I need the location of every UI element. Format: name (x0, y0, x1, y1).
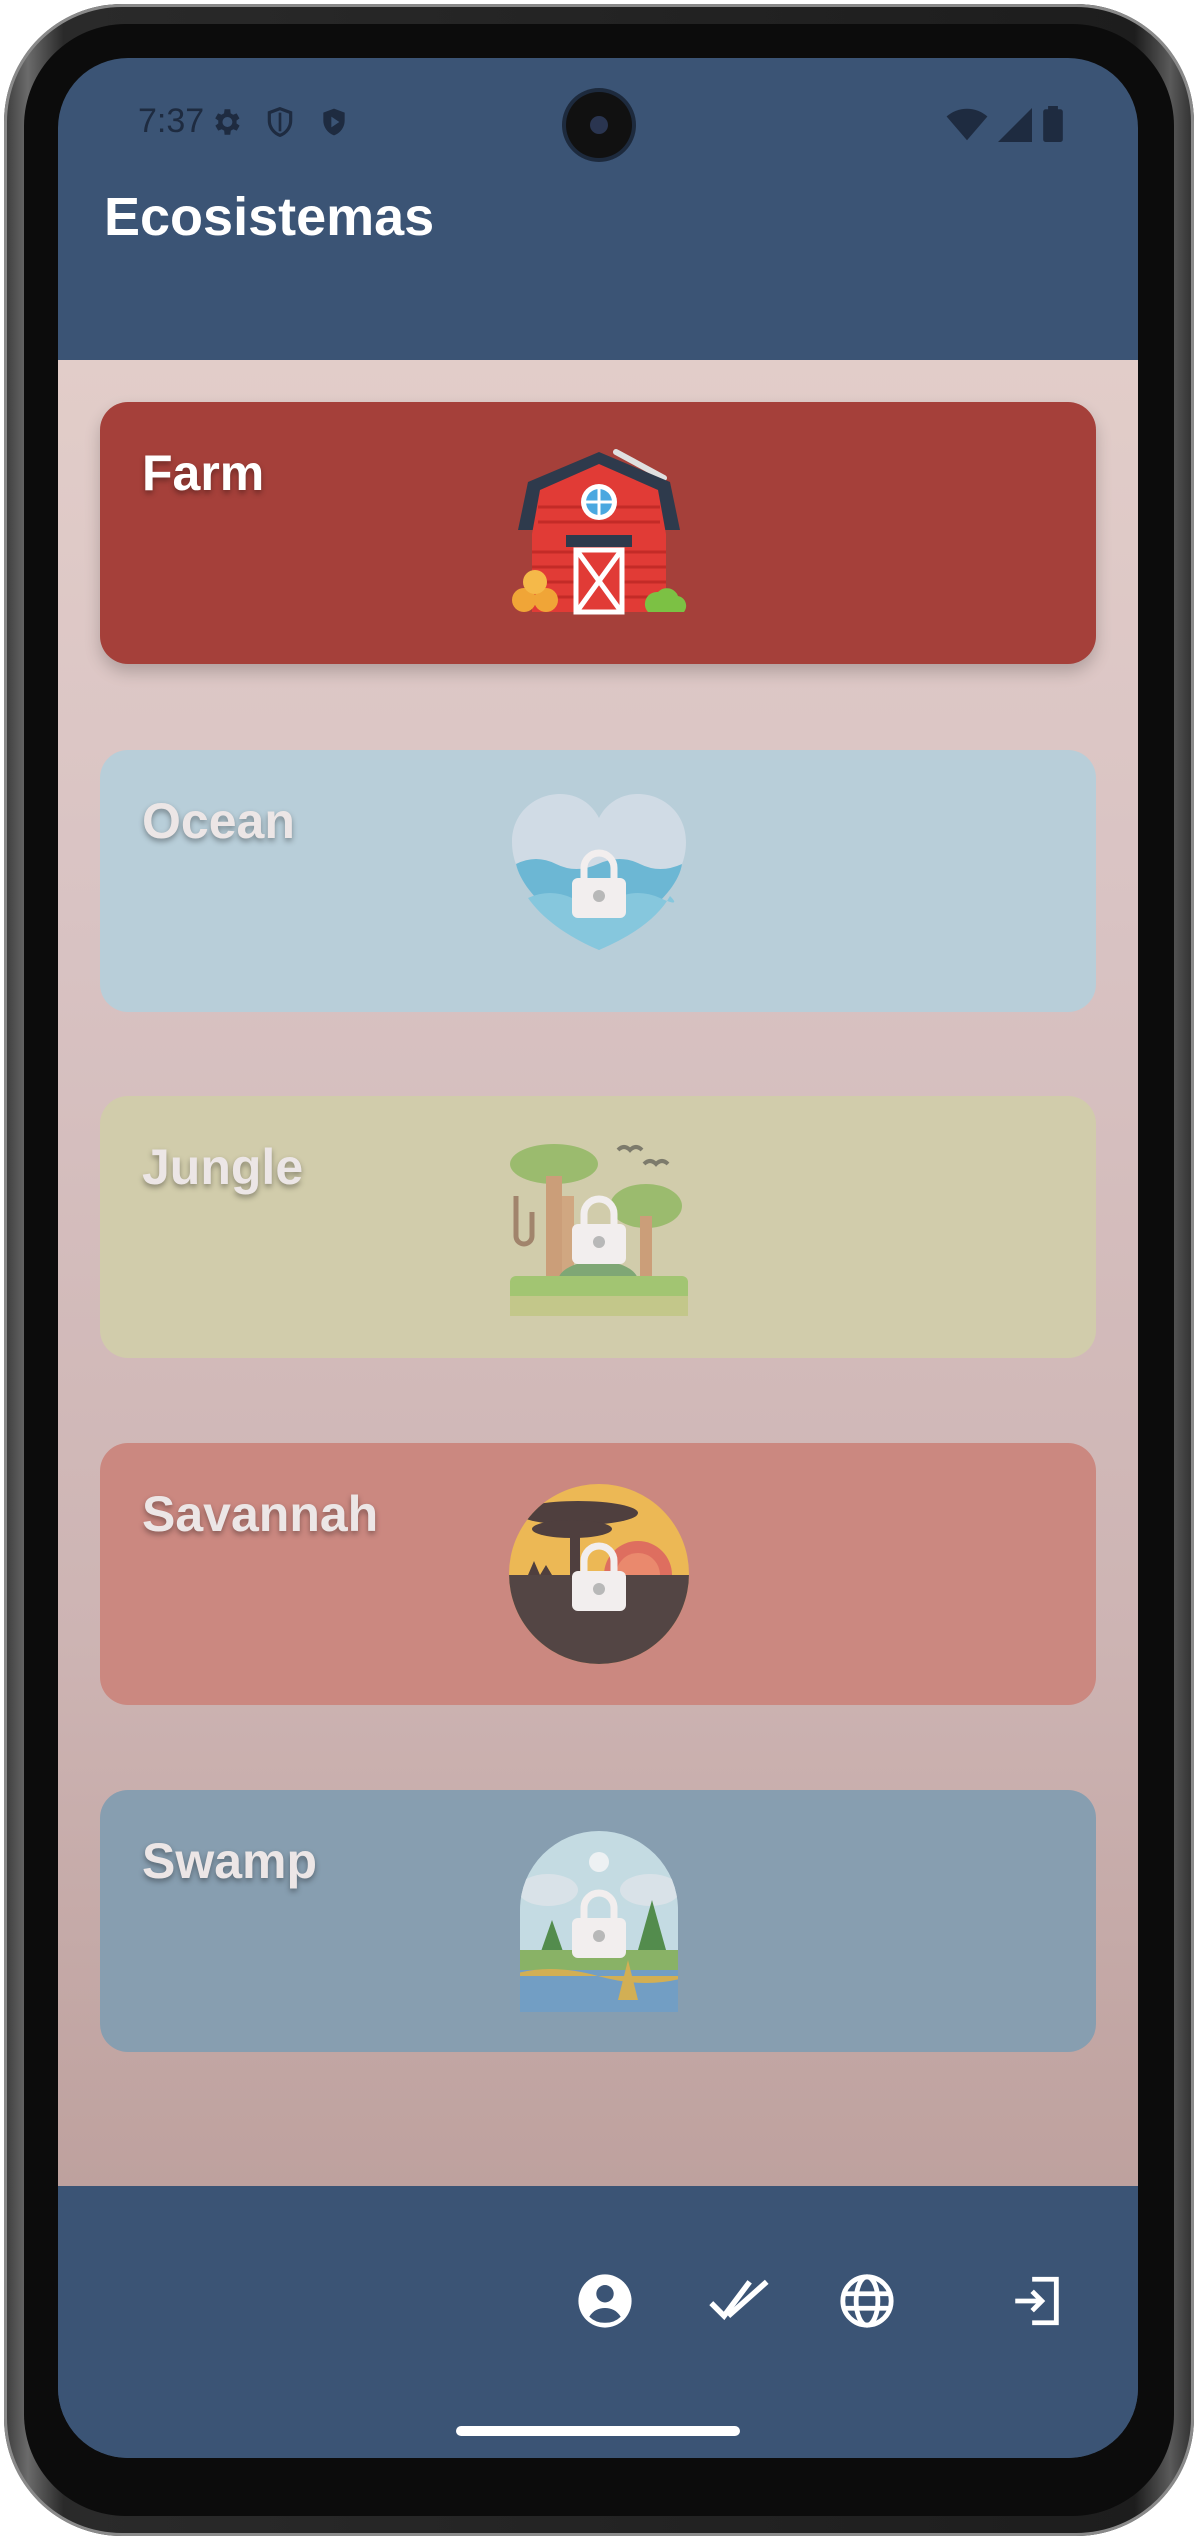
status-time: 7:37 (138, 102, 205, 140)
barn-icon (508, 442, 690, 624)
ecosystem-card-swamp[interactable]: Swamp (100, 1790, 1096, 2052)
status-bar: 7:37 (58, 58, 1138, 178)
logout-icon[interactable] (1002, 2266, 1072, 2336)
check-icon[interactable] (704, 2266, 774, 2336)
ecosystem-list: Farm Ocean Jungle Savannah Swamp (58, 360, 1138, 2186)
ecosystem-label: Jungle (142, 1139, 304, 1195)
phone-frame: 7:37 Ecosistemas Farm Ocean Jungle Savan… (0, 0, 1200, 2541)
wifi-icon (946, 108, 988, 147)
play-protect-icon (316, 104, 352, 140)
globe-icon[interactable] (832, 2266, 902, 2336)
page-title: Ecosistemas (104, 187, 435, 247)
lock-icon (572, 1195, 626, 1264)
ecosystem-card-savannah[interactable]: Savannah (100, 1443, 1096, 1705)
bottom-navigation (58, 2186, 1138, 2458)
ecosystem-label: Swamp (142, 1833, 318, 1889)
lock-icon (572, 1542, 626, 1611)
front-camera (566, 92, 632, 158)
screen: 7:37 Ecosistemas Farm Ocean Jungle Savan… (58, 58, 1138, 2458)
signal-icon (998, 108, 1032, 147)
ecosystem-label: Farm (142, 445, 265, 501)
profile-icon[interactable] (570, 2266, 640, 2336)
ecosystem-card-ocean[interactable]: Ocean (100, 750, 1096, 1012)
lock-icon (572, 1889, 626, 1958)
ecosystem-label: Savannah (142, 1486, 379, 1542)
lock-icon (572, 849, 626, 918)
home-indicator[interactable] (456, 2426, 740, 2436)
shield-icon (262, 104, 298, 140)
settings-icon (208, 104, 244, 140)
ecosystem-card-jungle[interactable]: Jungle (100, 1096, 1096, 1358)
battery-icon (1042, 106, 1064, 147)
ecosystem-label: Ocean (142, 793, 295, 849)
ecosystem-card-farm[interactable]: Farm (100, 402, 1096, 664)
